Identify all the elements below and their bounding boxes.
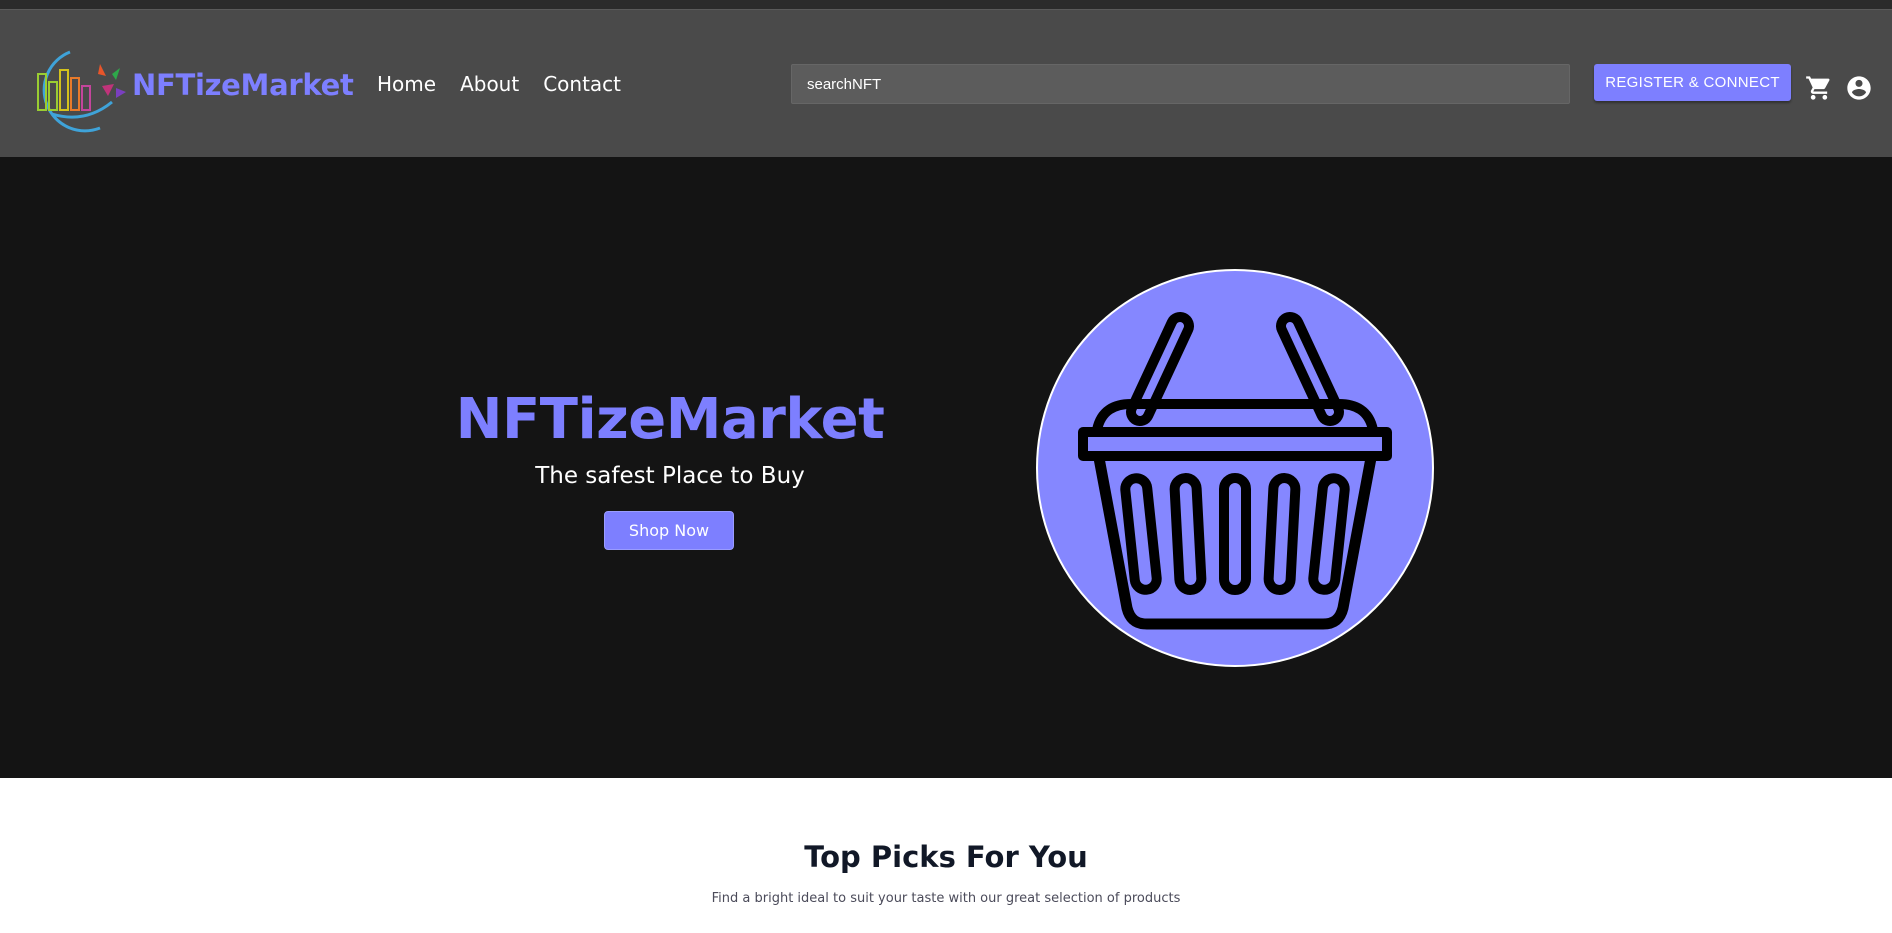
section-title: Top Picks For You	[804, 840, 1088, 874]
shop-now-button[interactable]: Shop Now	[604, 511, 734, 550]
window-top-strip	[0, 0, 1892, 10]
search-input[interactable]	[791, 64, 1570, 104]
brand-name[interactable]: NFTizeMarket	[132, 68, 354, 102]
hero-title: NFTizeMarket	[455, 387, 885, 452]
shopping-basket-icon	[1036, 269, 1434, 667]
main-nav: Home About Contact	[377, 72, 621, 96]
nav-contact[interactable]: Contact	[543, 72, 621, 96]
cart-icon[interactable]	[1805, 74, 1833, 102]
nav-about[interactable]: About	[460, 72, 519, 96]
nav-home[interactable]: Home	[377, 72, 436, 96]
navbar: NFTizeMarket Home About Contact REGISTER…	[0, 10, 1892, 157]
section-subtitle: Find a bright ideal to suit your taste w…	[711, 891, 1181, 906]
account-icon[interactable]	[1845, 74, 1873, 102]
hero-banner: NFTizeMarket The safest Place to Buy Sho…	[0, 157, 1892, 778]
logo-icon[interactable]	[30, 44, 130, 140]
hero-subtitle: The safest Place to Buy	[535, 463, 805, 489]
register-connect-button[interactable]: REGISTER & CONNECT	[1594, 64, 1791, 101]
